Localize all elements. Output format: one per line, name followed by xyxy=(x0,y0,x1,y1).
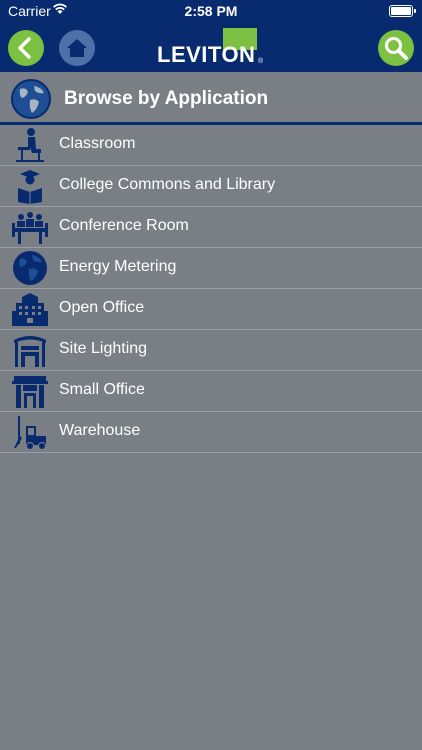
list-item-label: Warehouse xyxy=(59,422,141,439)
conference-icon xyxy=(12,212,48,244)
globe-icon xyxy=(11,79,51,119)
list-item-label: College Commons and Library xyxy=(59,176,276,193)
list-item-label: Small Office xyxy=(59,381,145,398)
list-item-label: Classroom xyxy=(59,135,136,152)
list-item-warehouse[interactable]: Warehouse xyxy=(0,412,422,453)
home-button[interactable] xyxy=(59,30,95,66)
leviton-logo: LEVITON ® xyxy=(157,28,265,66)
graduate-icon xyxy=(18,170,42,204)
list-item-label: Site Lighting xyxy=(59,340,148,357)
chevron-left-icon xyxy=(18,37,31,59)
list-item-label: Conference Room xyxy=(59,217,189,234)
list-item-classroom[interactable]: Classroom xyxy=(0,125,422,166)
list-item-site-lighting[interactable]: Site Lighting xyxy=(0,330,422,371)
section-header: Browse by Application xyxy=(0,72,422,125)
small-office-icon xyxy=(12,376,48,408)
classroom-icon xyxy=(16,128,44,162)
list-item-open-office[interactable]: Open Office xyxy=(0,289,422,330)
home-icon xyxy=(67,39,87,57)
search-icon xyxy=(385,37,408,60)
forklift-icon xyxy=(14,416,46,450)
application-list: Classroom College Commons and Library Co… xyxy=(0,125,422,453)
search-button[interactable] xyxy=(378,30,414,66)
building-icon xyxy=(12,293,48,326)
list-item-conference-room[interactable]: Conference Room xyxy=(0,207,422,248)
battery-icon xyxy=(389,5,416,17)
list-item-college-commons[interactable]: College Commons and Library xyxy=(0,166,422,207)
page-title: Browse by Application xyxy=(64,88,269,109)
list-item-small-office[interactable]: Small Office xyxy=(0,371,422,412)
site-lighting-icon xyxy=(14,336,46,367)
logo-registered-mark: ® xyxy=(258,58,264,65)
top-bar: Carrier 2:58 PM LEVITON ® xyxy=(0,0,422,72)
list-item-label: Open Office xyxy=(59,299,145,316)
list-item-energy-metering[interactable]: Energy Metering xyxy=(0,248,422,289)
globe-icon xyxy=(13,251,47,285)
logo-text: LEVITON xyxy=(157,42,256,67)
list-item-label: Energy Metering xyxy=(59,258,177,275)
clock: 2:58 PM xyxy=(184,3,238,19)
back-button[interactable] xyxy=(8,30,44,66)
status-bar: Carrier 2:58 PM xyxy=(0,0,422,22)
